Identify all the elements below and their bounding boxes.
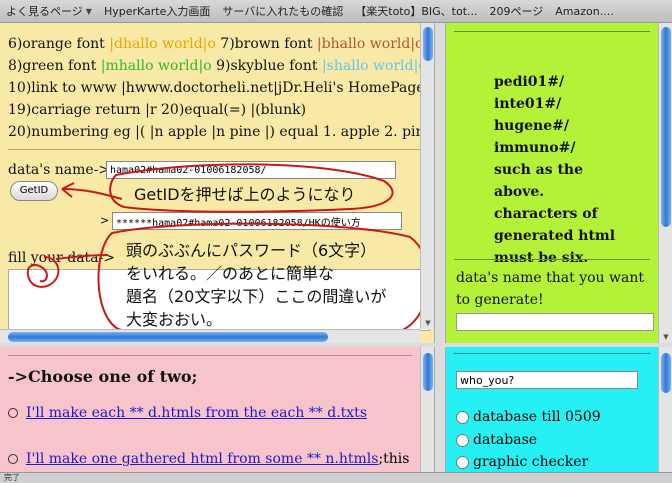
bookmark-amazon[interactable]: Amazon.... [549, 5, 619, 18]
naming-rules-list: pedi01#/ inte01#/ hugene#/ immuno#/ such… [494, 74, 616, 266]
chevron-down-icon: ▼ [85, 6, 92, 16]
annotation-ellipse-password [97, 222, 430, 343]
bookmark-server-check[interactable]: サーバに入れたもの確認 [216, 3, 349, 19]
red-annotation-overlay [26, 163, 430, 343]
top-right-vscrollbar[interactable]: ▼ [658, 23, 672, 343]
top-left-hscrollbar[interactable] [0, 329, 420, 343]
make-gathered-html-link[interactable]: I'll make one gathered html from some **… [26, 451, 378, 467]
bookmark-label: サーバに入れたもの確認 [222, 5, 344, 18]
vertical-frame-splitter[interactable] [434, 23, 446, 472]
top-left-vscrollbar[interactable]: ▼ [420, 23, 434, 329]
who-you-input[interactable] [456, 371, 638, 389]
scroll-thumb[interactable] [8, 332, 328, 342]
bottom-right-vscrollbar[interactable] [658, 347, 672, 472]
radio-icon[interactable] [456, 455, 469, 469]
status-bar: 完了 [0, 472, 672, 483]
bullet-icon [8, 454, 18, 464]
bookmark-label: Amazon.... [555, 4, 614, 18]
bookmark-rakuten-toto[interactable]: 【楽天toto】BIG、tot... [349, 3, 483, 19]
bullet-icon [8, 408, 18, 418]
radio-icon[interactable] [456, 410, 469, 424]
bottom-left-frame: ->Choose one of two; I'll make each ** d… [0, 347, 434, 472]
bookmark-hyperkarte[interactable]: HyperKarte入力画面 [98, 3, 216, 19]
radio-database-till-0509[interactable]: database till 0509 [456, 409, 601, 425]
option-item: I'll make one gathered html from some **… [8, 451, 409, 467]
option-tail-text: ;this [378, 451, 410, 467]
divider [8, 355, 412, 356]
annotation-ellipse-getid [109, 163, 394, 213]
divider [454, 259, 650, 260]
annotation-spiral [26, 256, 60, 288]
bottom-right-frame: database till 0509 database graphic chec… [446, 347, 672, 472]
generate-name-input[interactable] [456, 313, 654, 331]
bookmark-label: 【楽天toto】BIG、tot... [355, 5, 478, 18]
annotation-arrow-line [61, 188, 123, 200]
scroll-thumb[interactable] [661, 27, 671, 227]
radio-graphic-checker[interactable]: graphic checker [456, 454, 588, 470]
bookmarks-toolbar: よく見るページ ▼ HyperKarte入力画面 サーバに入れたもの確認 【楽天t… [0, 0, 672, 23]
bookmark-label: HyperKarte入力画面 [103, 5, 211, 18]
status-text: 完了 [4, 473, 20, 482]
bottom-left-vscrollbar[interactable] [420, 347, 434, 472]
generate-label: data's name that you want to generate! [456, 270, 644, 308]
scroll-down-icon[interactable]: ▼ [659, 331, 672, 343]
radio-database[interactable]: database [456, 432, 537, 448]
bookmark-label: 209ページ [489, 5, 544, 18]
divider [454, 31, 650, 32]
scroll-thumb[interactable] [661, 353, 671, 393]
top-right-frame: pedi01#/ inte01#/ hugene#/ immuno#/ such… [446, 23, 672, 343]
bookmark-page-209[interactable]: 209ページ [484, 3, 550, 19]
bookmark-frequent[interactable]: よく見るページ ▼ [0, 3, 98, 19]
scroll-thumb[interactable] [423, 353, 433, 391]
scroll-down-icon[interactable]: ▼ [421, 317, 434, 329]
bookmark-label: よく見るページ [6, 5, 83, 18]
radio-icon[interactable] [456, 433, 469, 447]
option-item: I'll make each ** d.htmls from the each … [8, 405, 367, 421]
make-each-html-link[interactable]: I'll make each ** d.htmls from the each … [26, 405, 367, 421]
divider [454, 353, 650, 354]
scroll-thumb[interactable] [423, 27, 433, 61]
top-left-frame: 6)orange font |dhallo world|o 7)brown fo… [0, 23, 434, 343]
choose-heading: ->Choose one of two; [8, 367, 198, 386]
